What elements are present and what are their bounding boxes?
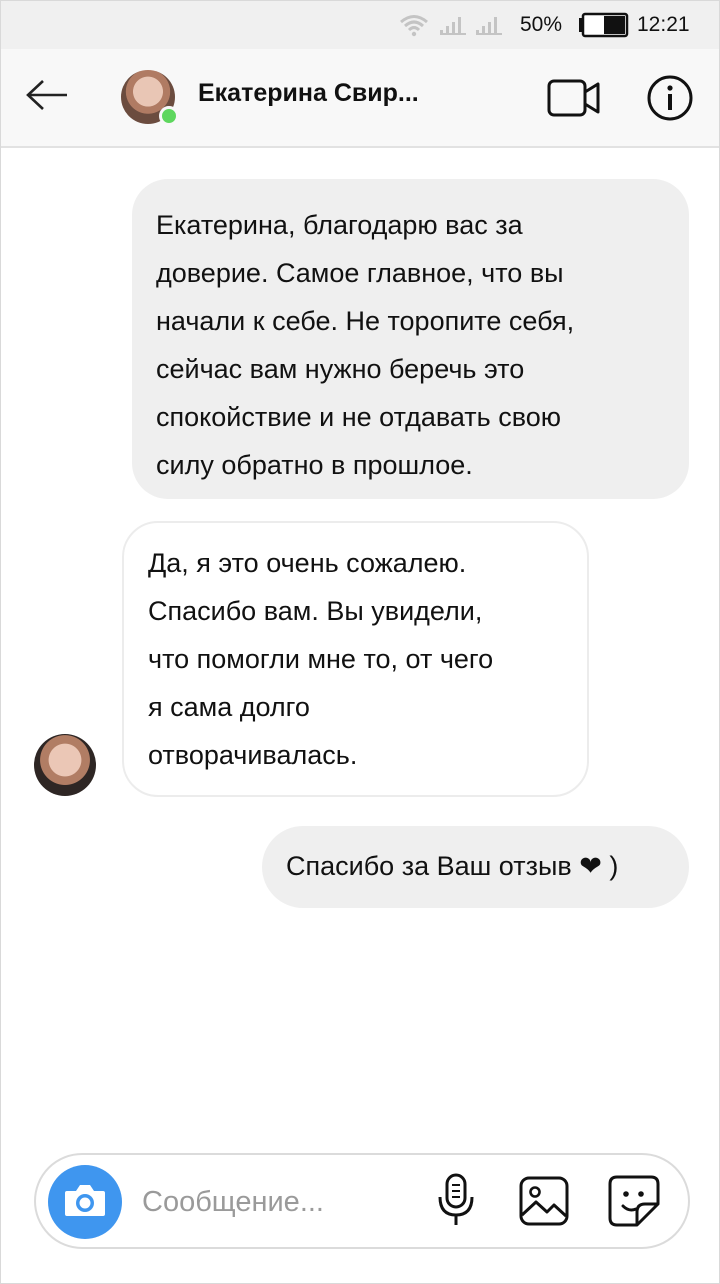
- info-icon: [646, 75, 694, 126]
- message-line: Спасибо вам. Вы увидели,: [148, 596, 483, 626]
- microphone-icon: [436, 1173, 476, 1234]
- camera-icon: [63, 1182, 107, 1223]
- signal-icon: [439, 1, 467, 49]
- signal-icon: [475, 1, 503, 49]
- message-line: силу обратно в прошлое.: [156, 450, 473, 480]
- sticker-button[interactable]: [608, 1175, 660, 1229]
- message-line: что помогли мне то, от чего: [148, 644, 494, 674]
- outgoing-message[interactable]: Спасибо за Ваш отзыв ❤ ): [262, 826, 689, 908]
- message-input[interactable]: [140, 1177, 414, 1227]
- back-button[interactable]: [21, 75, 73, 119]
- message-line: начали к себе. Не торопите себя,: [156, 306, 575, 336]
- arrow-left-icon: [25, 79, 69, 116]
- gallery-button[interactable]: [518, 1175, 570, 1232]
- message-line: отворачивалась.: [148, 740, 358, 770]
- camera-button[interactable]: [48, 1165, 122, 1239]
- message-line: доверие. Самое главное, что вы: [156, 258, 564, 288]
- video-camera-icon: [546, 79, 602, 123]
- contact-name[interactable]: Екатерина Свир...: [198, 79, 419, 108]
- video-call-button[interactable]: [546, 77, 602, 119]
- message-line: спокойствие и не отдавать свою: [156, 402, 562, 432]
- sticker-icon: [607, 1174, 661, 1233]
- message-line: сейчас вам нужно беречь это: [156, 354, 525, 384]
- incoming-message[interactable]: Да, я это очень сожалею. Спасибо вам. Вы…: [122, 521, 589, 797]
- sender-avatar[interactable]: [34, 734, 96, 796]
- wifi-icon: [399, 1, 429, 49]
- message-composer: [34, 1153, 690, 1249]
- message-line: Спасибо за Ваш отзыв ❤ ): [286, 851, 619, 881]
- message-line: Да, я это очень сожалею.: [148, 548, 467, 578]
- voice-message-button[interactable]: [430, 1173, 482, 1229]
- message-line: Екатерина, благодарю вас за: [156, 210, 523, 240]
- status-bar: 50% 12:21: [1, 1, 719, 49]
- info-button[interactable]: [646, 74, 694, 122]
- contact-avatar[interactable]: [121, 70, 179, 126]
- chat-header: Екатерина Свир...: [1, 49, 719, 148]
- image-icon: [518, 1175, 570, 1232]
- chat-screen: 50% 12:21 Екатерина Свир... Екатерина, б…: [0, 0, 720, 1284]
- battery-percent: 50%: [520, 13, 563, 36]
- clock: 12:21: [637, 13, 690, 36]
- battery-icon: [578, 1, 630, 49]
- outgoing-message[interactable]: Екатерина, благодарю вас за доверие. Сам…: [132, 179, 689, 499]
- message-line: я сама долго: [148, 692, 310, 722]
- online-indicator: [159, 106, 179, 126]
